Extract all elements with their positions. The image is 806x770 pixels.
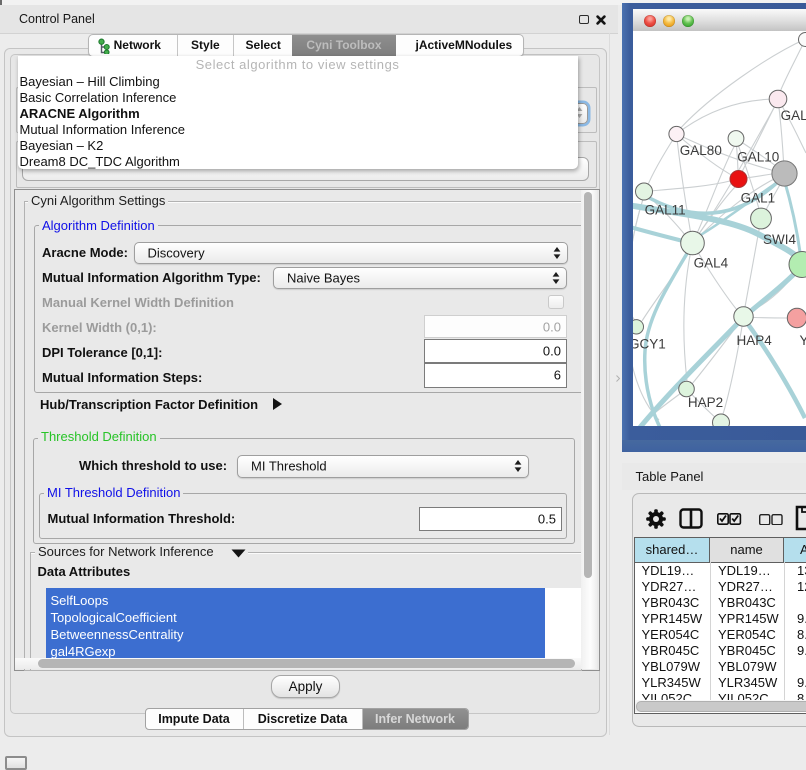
svg-text:GAL2: GAL2 bbox=[781, 108, 806, 123]
svg-text:GAL11: GAL11 bbox=[645, 203, 686, 218]
svg-text:SWI4: SWI4 bbox=[763, 232, 796, 247]
svg-text:YMR: YMR bbox=[800, 333, 806, 348]
svg-text:GAL10: GAL10 bbox=[737, 150, 779, 165]
svg-text:HAP4: HAP4 bbox=[737, 333, 773, 348]
svg-text:HAP2: HAP2 bbox=[688, 395, 723, 410]
svg-text:GAL4: GAL4 bbox=[694, 255, 729, 270]
svg-text:GAL1: GAL1 bbox=[741, 191, 776, 206]
svg-text:GAL80: GAL80 bbox=[680, 143, 722, 158]
svg-text:GCY1: GCY1 bbox=[633, 337, 666, 352]
